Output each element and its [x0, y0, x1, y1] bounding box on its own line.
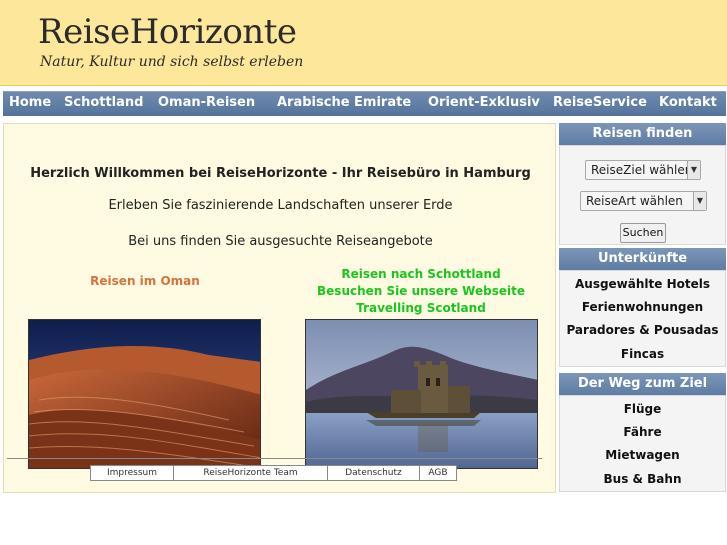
footer-links: Impressum ReiseHorizonte Team Datenschut… [90, 465, 457, 481]
accommodation-heading: Unterkünfte [559, 248, 726, 270]
search-panel: ReiseZiel wählen ▼ ReiseArt wählen ▼ Suc… [559, 145, 726, 245]
scotland-castle-photo[interactable] [305, 319, 538, 469]
accommodation-item-fincas[interactable]: Fincas [560, 347, 725, 361]
nav-item-home[interactable]: Home [9, 95, 51, 110]
chevron-down-icon: ▼ [693, 192, 706, 210]
footer-link-impressum[interactable]: Impressum [91, 466, 174, 480]
travel-item-fluege[interactable]: Flüge [560, 402, 725, 416]
nav-item-kontakt[interactable]: Kontakt [659, 95, 717, 110]
footer-link-agb[interactable]: AGB [420, 466, 456, 480]
scotland-link-line1[interactable]: Reisen nach Schottland [301, 266, 541, 283]
intro-text-landscapes: Erleben Sie faszinierende Landschaften u… [108, 198, 453, 213]
intro-text-offers: Bei uns finden Sie ausgesuchte Reiseange… [128, 234, 433, 249]
nav-item-oman-reisen[interactable]: Oman-Reisen [158, 95, 255, 110]
oman-desert-photo[interactable] [28, 319, 261, 469]
travel-type-select[interactable]: ReiseArt wählen ▼ [580, 191, 707, 211]
travel-list: Flüge Fähre Mietwagen Bus & Bahn [559, 395, 726, 492]
site-tagline: Natur, Kultur und sich selbst erleben [40, 54, 304, 70]
footer-divider [7, 458, 542, 459]
site-header: ReiseHorizonte Natur, Kultur und sich se… [0, 0, 727, 86]
accommodation-item-hotels[interactable]: Ausgewählte Hotels [560, 277, 725, 291]
nav-item-schottland[interactable]: Schottland [64, 95, 143, 110]
site-logo-title[interactable]: ReiseHorizonte [38, 12, 297, 52]
footer-link-datenschutz[interactable]: Datenschutz [328, 466, 420, 480]
main-content: Herzlich Willkommen bei ReiseHorizonte -… [3, 123, 556, 493]
scotland-link[interactable]: Reisen nach Schottland Besuchen Sie unse… [301, 266, 541, 317]
travel-item-faehre[interactable]: Fähre [560, 425, 725, 439]
travel-item-bus-bahn[interactable]: Bus & Bahn [560, 472, 725, 486]
destination-select[interactable]: ReiseZiel wählen ▼ [585, 160, 701, 180]
nav-item-reiseservice[interactable]: ReiseService [553, 95, 647, 110]
footer-link-team[interactable]: ReiseHorizonte Team [174, 466, 328, 480]
search-heading: Reisen finden [559, 123, 726, 145]
travel-heading: Der Weg zum Ziel [559, 373, 726, 395]
travel-type-select-value: ReiseArt wählen [586, 194, 683, 208]
nav-item-arabische-emirate[interactable]: Arabische Emirate [277, 95, 411, 110]
main-navigation: Home Schottland Oman-Reisen Arabische Em… [3, 91, 726, 116]
accommodation-item-paradores[interactable]: Paradores & Pousadas [560, 323, 725, 337]
chevron-down-icon: ▼ [687, 161, 700, 179]
search-button[interactable]: Suchen [620, 223, 666, 243]
travel-item-mietwagen[interactable]: Mietwagen [560, 448, 725, 462]
oman-heading[interactable]: Reisen im Oman [29, 274, 261, 288]
destination-select-value: ReiseZiel wählen [591, 163, 693, 177]
welcome-heading: Herzlich Willkommen bei ReiseHorizonte -… [30, 166, 531, 181]
scotland-link-line2[interactable]: Besuchen Sie unsere Webseite Travelling … [301, 283, 541, 317]
accommodation-list: Ausgewählte Hotels Ferienwohnungen Parad… [559, 270, 726, 367]
accommodation-item-ferienwohnungen[interactable]: Ferienwohnungen [560, 300, 725, 314]
nav-item-orient-exklusiv[interactable]: Orient-Exklusiv [428, 95, 540, 110]
